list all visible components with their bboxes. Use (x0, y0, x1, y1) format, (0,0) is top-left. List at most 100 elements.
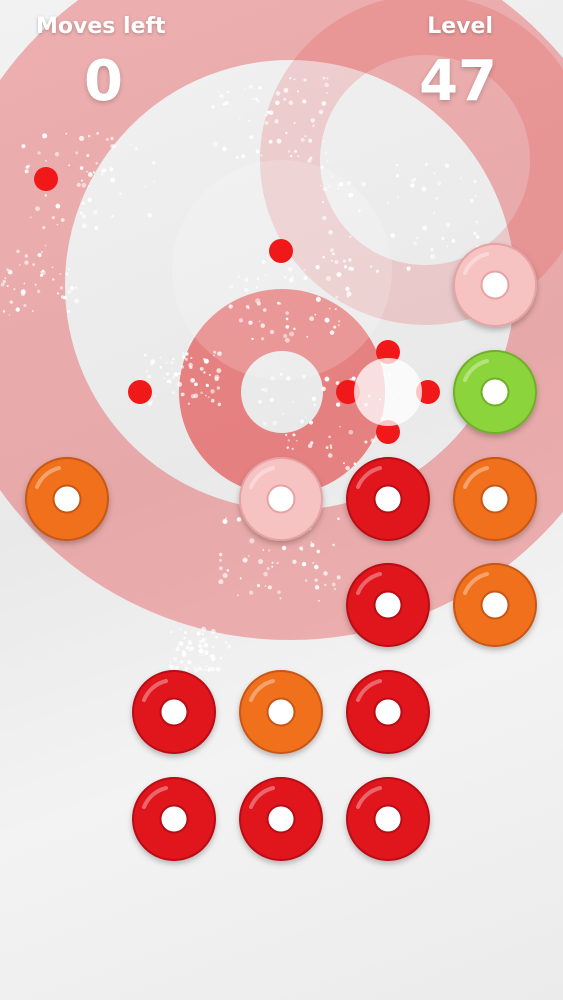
sparkle (293, 327, 296, 331)
sparkle (190, 356, 193, 360)
sparkle (320, 184, 323, 187)
sparkle (345, 465, 350, 471)
sparkle (94, 226, 99, 230)
sparkle (196, 631, 201, 636)
sparkle (331, 252, 335, 256)
game-board[interactable]: Moves left 0 Level 47 (0, 0, 563, 1000)
sparkle (23, 303, 27, 308)
sparkle (24, 260, 29, 265)
sparkle (324, 82, 329, 88)
ring-orange[interactable] (25, 457, 109, 541)
sparkle (7, 269, 13, 275)
sparkle (261, 337, 265, 341)
ring-red[interactable] (346, 777, 430, 861)
sparkle (241, 154, 246, 159)
ring-red[interactable] (346, 670, 430, 754)
sparkle (328, 435, 331, 439)
sparkle (304, 579, 308, 582)
sparkle (41, 251, 43, 253)
sparkle (283, 87, 289, 93)
sparkle (218, 579, 224, 585)
sparkle (147, 401, 153, 406)
ring-red[interactable] (132, 670, 216, 754)
sparkle (323, 571, 328, 576)
sparkle (67, 309, 71, 313)
sparkle (475, 220, 479, 224)
sparkle (87, 172, 93, 177)
sparkle (238, 117, 241, 120)
sparkle (101, 173, 103, 176)
sparkle (210, 666, 215, 672)
sparkle (284, 337, 290, 343)
sparkle (198, 645, 203, 650)
sparkle (244, 277, 249, 282)
ring-red[interactable] (239, 777, 323, 861)
sparkle (324, 151, 328, 155)
sparkle (69, 286, 75, 291)
ring-red[interactable] (346, 457, 430, 541)
ring-green[interactable] (453, 350, 537, 434)
sparkle (459, 177, 462, 180)
sparkle (430, 248, 434, 252)
sparkle (180, 392, 185, 397)
sparkle (329, 248, 334, 253)
ring-red[interactable] (132, 777, 216, 861)
sparkle (329, 444, 333, 448)
sparkle (267, 110, 271, 115)
level-label: Level (427, 14, 493, 39)
sparkle (304, 416, 307, 419)
sparkle (313, 403, 317, 407)
sparkle (228, 304, 233, 309)
sparkle (110, 177, 116, 183)
sparkle (110, 136, 114, 141)
sparkle (31, 310, 34, 312)
sparkle (289, 77, 292, 80)
ring-orange[interactable] (239, 670, 323, 754)
sparkle (334, 259, 339, 264)
sparkle (310, 441, 314, 445)
sparkle (177, 646, 180, 649)
ring-red[interactable] (346, 563, 430, 647)
sparkle (285, 131, 288, 135)
sparkle (182, 352, 185, 355)
sparkle (215, 666, 221, 672)
sparkle (411, 178, 415, 183)
sparkle (287, 439, 291, 442)
moves-left-label: Moves left (36, 14, 166, 39)
ring-orange[interactable] (453, 457, 537, 541)
sparkle (193, 667, 199, 673)
sparkle (285, 325, 290, 329)
moves-left-value: 0 (84, 49, 123, 114)
burst-center-glow (172, 160, 392, 380)
sparkle (102, 168, 107, 173)
sparkle (248, 320, 253, 325)
sparkle (41, 270, 46, 276)
sparkle (432, 211, 436, 215)
sparkle (82, 214, 86, 219)
sparkle (313, 564, 319, 570)
sparkle (87, 184, 90, 187)
sparkle (437, 181, 442, 186)
ring-pink[interactable] (453, 243, 537, 327)
sparkle (247, 307, 250, 310)
sparkle (473, 179, 477, 184)
sparkle (260, 387, 265, 392)
sparkle (147, 374, 151, 379)
sparkle (222, 519, 228, 524)
sparkle (294, 149, 298, 153)
sparkle (255, 286, 258, 289)
ring-pink[interactable] (239, 457, 323, 541)
sparkle (272, 420, 278, 426)
ring-orange[interactable] (453, 563, 537, 647)
sparkle (213, 350, 217, 354)
sparkle (445, 222, 451, 228)
sparkle (421, 186, 427, 192)
sparkle (318, 599, 320, 602)
sparkle (144, 185, 147, 188)
sparkle (210, 389, 215, 394)
sparkle (81, 179, 83, 182)
sparkle (285, 317, 289, 321)
sparkle (191, 378, 195, 383)
sparkle (302, 99, 307, 104)
sparkle (218, 566, 223, 571)
